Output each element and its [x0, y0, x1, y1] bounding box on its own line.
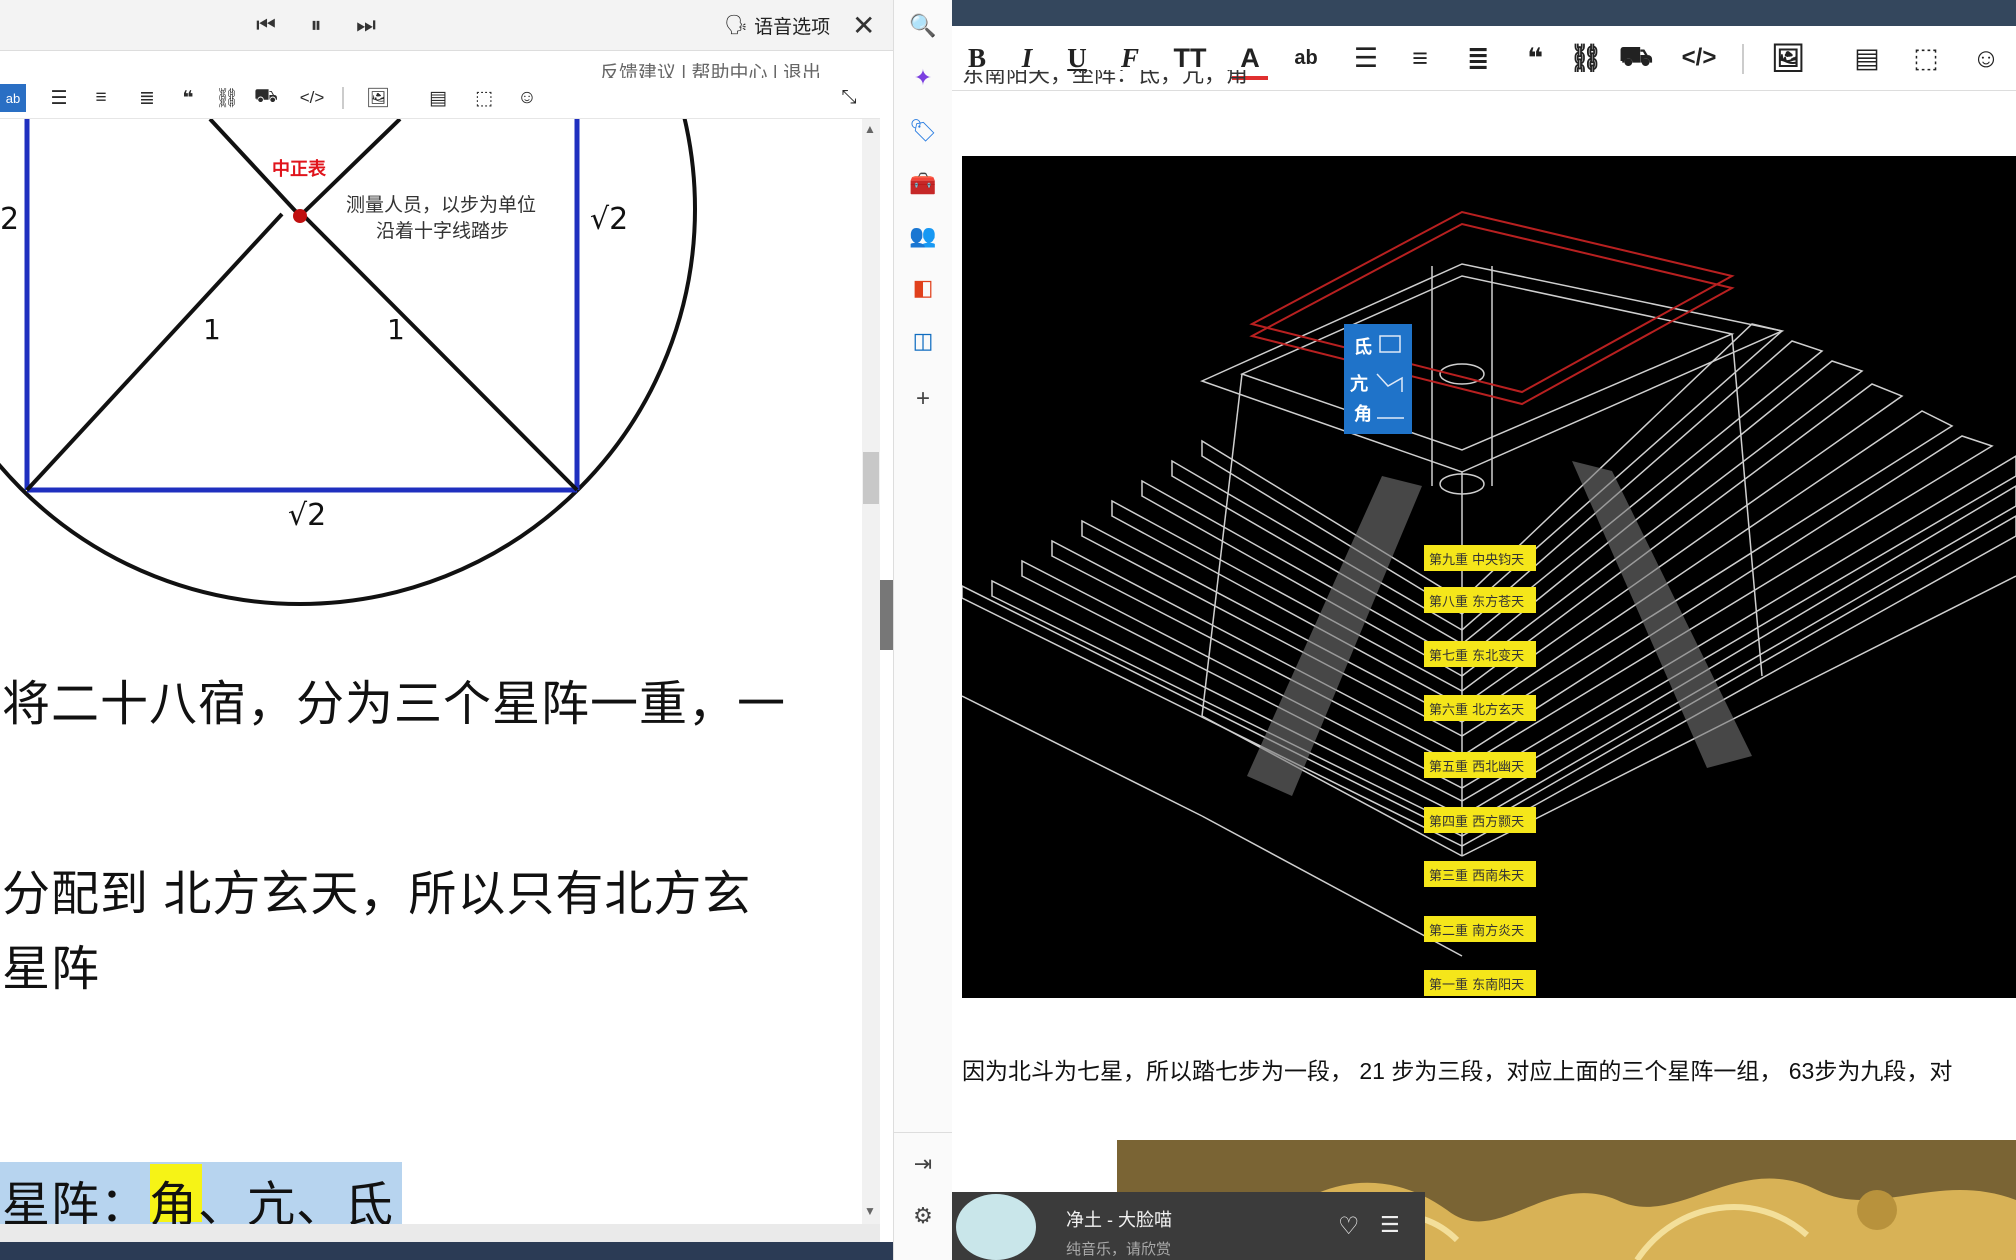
panel-star-2: 亢: [1350, 373, 1368, 395]
song-subtitle: 纯音乐，请欣赏: [1066, 1241, 1172, 1258]
voice-options-button[interactable]: 🗣 语音选项: [724, 10, 830, 40]
read-aloud-bar: ⏮ ⏸ ⏭ 🗣 语音选项 ✕: [0, 0, 893, 51]
highlight-text-icon[interactable]: ab: [1286, 40, 1326, 76]
diag-label-left: 1: [203, 313, 221, 346]
scrollbar-thumb[interactable]: [863, 452, 879, 504]
collapse-icon[interactable]: ⤡: [834, 84, 864, 112]
cut-off-text-line: 东南阳天，坐阵：氐，亢，角: [962, 70, 1249, 87]
image-icon[interactable]: 🖼: [1764, 40, 1812, 76]
caption-text: 因为北斗为七星，所以踏七步为一段， 21 步为三段，对应上面的三个星阵一组， 6…: [962, 1058, 1953, 1084]
paragraph-line-2: 分配到 北方玄天，所以只有北方玄: [2, 868, 752, 921]
diagonal-right: [300, 212, 579, 492]
bullet-list-icon[interactable]: ≡: [86, 84, 116, 112]
highlight-text-icon[interactable]: ab: [0, 84, 26, 112]
toolbox-icon[interactable]: 🧰: [907, 168, 939, 200]
horizontal-scrollbar[interactable]: [0, 1224, 880, 1242]
search-icon[interactable]: 🔍: [907, 10, 939, 42]
close-icon[interactable]: ✕: [852, 9, 875, 42]
layer-8: 第八重 东方苍天: [1429, 594, 1524, 610]
select-area-icon[interactable]: ⬚: [468, 84, 500, 112]
left-window: ⏮ ⏸ ⏭ 🗣 语音选项 ✕ 反馈建议 | 帮助中心 | 退出 ab ☰ ≡ ≣…: [0, 0, 893, 1260]
link-icon[interactable]: ⛓: [212, 84, 242, 112]
page-icon[interactable]: ▤: [424, 84, 452, 112]
outer-circle: [0, 119, 697, 606]
align-icon[interactable]: ☰: [44, 84, 74, 112]
format-painter-icon[interactable]: ⛟: [252, 84, 280, 112]
emoji-icon[interactable]: ☺: [1968, 40, 2004, 76]
geometry-diagram: 中正表 测量人员，以步为单位 沿着十字线踏步 2 √2 1 1 √2: [0, 119, 697, 606]
panel-star-3: 角: [1354, 403, 1372, 425]
center-label: 中正表: [272, 158, 327, 180]
editor-toolbar: ab ☰ ≡ ≣ ❝ ⛓ ⛟ </> 🖼 ▤ ⬚ ☺ ⤡: [0, 78, 880, 119]
office-icon[interactable]: ◧: [907, 272, 939, 304]
code-icon[interactable]: </>: [1672, 40, 1726, 76]
bottom-label: √2: [288, 498, 326, 533]
next-icon[interactable]: ⏭: [350, 9, 382, 41]
right-side-label: √2: [590, 202, 628, 237]
image-icon[interactable]: 🖼: [360, 84, 396, 112]
note-line-2: 沿着十字线踏步: [376, 220, 509, 242]
note-line-1: 测量人员，以步为单位: [346, 194, 536, 216]
people-icon[interactable]: 👥: [907, 220, 939, 252]
emoji-icon[interactable]: ☺: [512, 84, 542, 112]
center-point: [293, 209, 307, 223]
scroll-up-icon[interactable]: ▲: [864, 122, 876, 136]
layer-6: 第六重 北方玄天: [1429, 702, 1524, 718]
diagonal-left: [25, 212, 284, 492]
toolbar-divider: [342, 87, 344, 109]
vertical-scrollbar[interactable]: [862, 119, 880, 1224]
album-art[interactable]: [956, 1194, 1036, 1260]
settings-icon[interactable]: ⚙: [907, 1200, 939, 1232]
page-icon[interactable]: ▤: [1850, 40, 1884, 76]
right-window: B I U F TT A ab ☰ ≡ ≣ ❝ ⛓ ⛟ </> 🖼 ▤ ⬚ ☺ …: [952, 0, 2016, 1260]
numbered-list-icon[interactable]: ≣: [1458, 40, 1498, 76]
voice-icon: 🗣: [724, 15, 749, 36]
code-icon[interactable]: </>: [292, 84, 332, 112]
layer-4: 第四重 西方颢天: [1429, 814, 1524, 830]
layer-2: 第二重 南方炎天: [1429, 923, 1524, 939]
paragraph-line-3: 星阵: [2, 943, 101, 996]
background-window-strip: [952, 0, 2016, 26]
copilot-icon[interactable]: ✦: [907, 62, 939, 94]
heart-icon[interactable]: ♡: [1338, 1212, 1360, 1241]
playlist-icon[interactable]: ☰: [1380, 1212, 1400, 1238]
diag-label-right: 1: [387, 313, 405, 346]
voice-options-label: 语音选项: [754, 16, 831, 38]
sidebar-divider: [894, 1132, 952, 1133]
outlook-icon[interactable]: ◫: [907, 325, 939, 357]
bullet-list-icon[interactable]: ≡: [1400, 40, 1440, 76]
tag-icon[interactable]: 🏷: [907, 115, 939, 147]
layer-1: 第一重 东南阳天: [1429, 977, 1524, 993]
add-icon[interactable]: +: [907, 383, 939, 415]
document-content: 中正表 测量人员，以步为单位 沿着十字线踏步 2 √2 1 1 √2 将二十八宿…: [0, 119, 862, 1224]
layer-5: 第五重 西北幽天: [1429, 759, 1524, 775]
taskbar-strip: [0, 1242, 893, 1260]
pyramid-3d-image: 氐 亢 角 第九重 中央钧天 第八重 东方苍天 第七重 东北变天 第六重 北方玄…: [961, 156, 2016, 998]
song-title: 净土 - 大脸喵: [1066, 1210, 1172, 1230]
paragraph-line-1: 将二十八宿，分为三个星阵一重，一: [2, 678, 787, 731]
numbered-list-icon[interactable]: ≣: [132, 84, 162, 112]
toolbar-divider: [1742, 44, 1744, 74]
browser-sidebar: 🔍 ✦ 🏷 🧰 👥 ◧ ◫ + ⇥ ⚙: [893, 0, 952, 1260]
select-area-icon[interactable]: ⬚: [1906, 40, 1946, 76]
layer-labels: 第九重 中央钧天 第八重 东方苍天 第七重 东北变天 第六重 北方玄天 第五重 …: [1424, 545, 1536, 996]
scroll-down-icon[interactable]: ▼: [864, 1204, 876, 1218]
quote-icon[interactable]: ❝: [176, 84, 200, 112]
format-painter-icon[interactable]: ⛟: [1619, 40, 1653, 76]
pause-icon[interactable]: ⏸: [300, 9, 332, 41]
quote-icon[interactable]: ❝: [1520, 40, 1550, 76]
panel-star-1: 氐: [1354, 337, 1372, 358]
layer-9: 第九重 中央钧天: [1429, 552, 1524, 568]
sidebar-collapse-icon[interactable]: ⇥: [907, 1148, 939, 1180]
pyramid-wireframe: 氐 亢 角 第九重 中央钧天 第八重 东方苍天 第七重 东北变天 第六重 北方玄…: [961, 210, 2016, 996]
left-side-label: 2: [0, 202, 19, 237]
previous-icon[interactable]: ⏮: [250, 9, 282, 41]
layer-7: 第七重 东北变天: [1429, 648, 1524, 664]
behind-window-edge: [880, 580, 893, 650]
link-icon[interactable]: ⛓: [1568, 40, 1604, 76]
layer-3: 第三重 西南朱天: [1429, 868, 1524, 884]
align-icon[interactable]: ☰: [1346, 40, 1386, 76]
music-player: 净土 - 大脸喵 纯音乐，请欣赏 ♡ ☰: [952, 1192, 1425, 1260]
